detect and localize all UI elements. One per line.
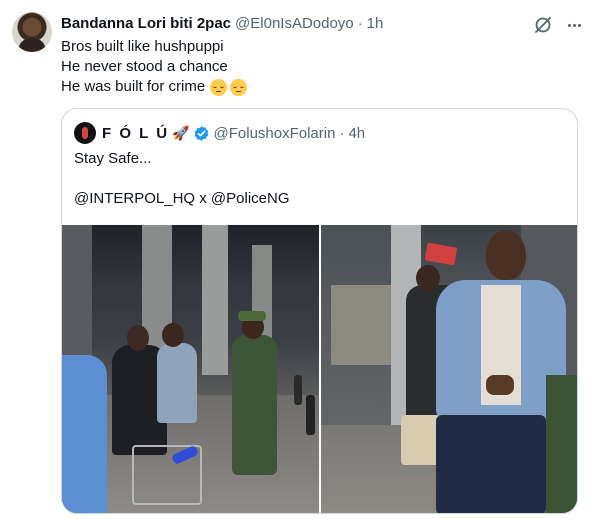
tweet[interactable]: Bandanna Lori biti 2pac @El0nIsADodoyo ·… [0, 0, 591, 519]
photo-right[interactable] [321, 225, 577, 513]
author-handle[interactable]: @El0nIsADodoyo [235, 15, 354, 32]
tweet-line-3-row: He was built for crime [61, 77, 248, 97]
quoted-author-handle[interactable]: @FolushoxFolarin [214, 125, 336, 142]
more-options-icon[interactable] [563, 14, 585, 36]
relieved-face-icon [230, 78, 248, 96]
quoted-line-2: @INTERPOL_HQ x @PoliceNG [74, 190, 290, 207]
quoted-header: F Ó L Ú 🚀 @FolushoxFolarin · 4h [74, 122, 365, 144]
tweet-header: Bandanna Lori biti 2pac @El0nIsADodoyo ·… [61, 13, 383, 33]
tweet-line-1: Bros built like hushpuppi [61, 38, 224, 55]
verified-badge-icon [194, 125, 208, 141]
quoted-tweet[interactable]: F Ó L Ú 🚀 @FolushoxFolarin · 4h Stay Saf… [61, 108, 578, 514]
photo-left[interactable] [62, 225, 319, 513]
author-name[interactable]: Bandanna Lori biti 2pac [61, 15, 231, 32]
quoted-text: Stay Safe... @INTERPOL_HQ x @PoliceNG [74, 149, 290, 209]
grok-icon[interactable] [532, 14, 554, 36]
tweet-text: Bros built like hushpuppi He never stood… [61, 37, 248, 97]
quoted-line-1: Stay Safe... [74, 150, 152, 167]
separator-dot: · [357, 14, 363, 32]
relieved-face-icon [210, 78, 228, 96]
tweet-time[interactable]: 1h [367, 15, 384, 32]
quoted-author-name[interactable]: F Ó L Ú [102, 125, 169, 142]
author-avatar[interactable] [12, 12, 52, 52]
quoted-separator: · [339, 124, 345, 142]
quoted-author-avatar[interactable] [74, 122, 96, 144]
tweet-line-2: He never stood a chance [61, 58, 228, 75]
rocket-icon: 🚀 [172, 124, 190, 141]
media-grid [62, 225, 577, 513]
quoted-time[interactable]: 4h [348, 125, 365, 142]
tweet-line-3: He was built for crime [61, 78, 206, 95]
